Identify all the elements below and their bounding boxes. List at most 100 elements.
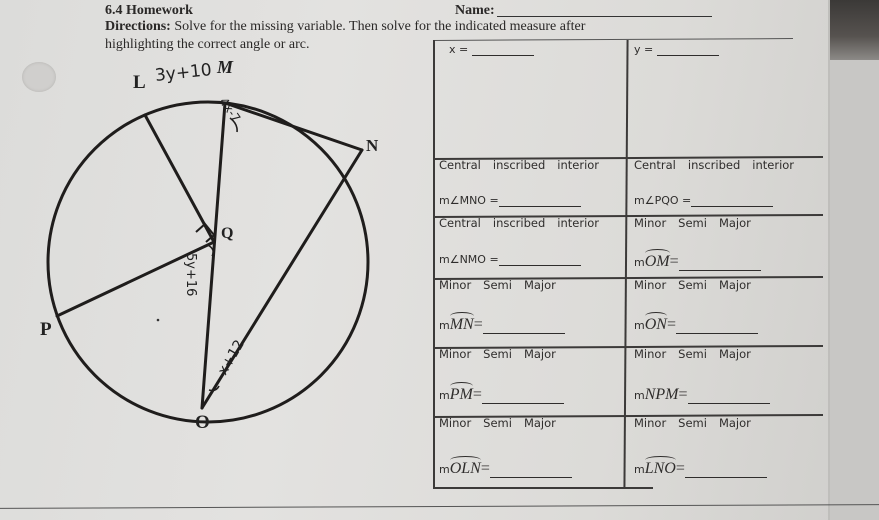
option-group: Minor Semi Major	[634, 347, 763, 361]
answer-blank[interactable]	[481, 392, 564, 404]
answer-blank[interactable]	[675, 322, 758, 334]
x-blank[interactable]	[471, 44, 534, 56]
option-inscribed[interactable]: inscribed	[493, 216, 545, 230]
measure-label: m∠PQO =	[634, 194, 692, 207]
measure-left-5[interactable]: mOLN =	[439, 456, 572, 478]
name-field[interactable]: Janayla Caraballo 10-2-24	[497, 16, 712, 17]
directions-text: Solve for the missing variable. Then sol…	[170, 19, 586, 34]
option-central[interactable]: Central	[439, 158, 481, 172]
measure-m: m	[439, 319, 450, 332]
option-major[interactable]: Major	[524, 416, 556, 430]
label-angle-Q: 5y+16	[183, 253, 198, 297]
point-label-P: P	[40, 319, 52, 340]
answer-blank[interactable]	[687, 392, 770, 404]
option-central[interactable]: Central	[634, 158, 676, 172]
option-interior[interactable]: interior	[557, 216, 599, 230]
measure-left-2[interactable]: m∠NMO =	[439, 253, 581, 266]
measure-right-4[interactable]: mNPM=	[634, 386, 770, 404]
measure-left-4[interactable]: mPM =	[439, 382, 564, 404]
measure-m: m	[634, 319, 645, 332]
equals-sign: =	[675, 460, 685, 477]
measure-right-3[interactable]: mON =	[634, 312, 758, 334]
point-label-N: N	[366, 136, 379, 155]
option-minor[interactable]: Minor	[634, 278, 666, 292]
x-answer[interactable]: x =	[449, 43, 534, 56]
table-border-left	[433, 40, 435, 488]
option-central[interactable]: Central	[439, 216, 481, 230]
option-interior[interactable]: interior	[557, 158, 599, 172]
measure-right-5[interactable]: mLNO =	[634, 456, 767, 478]
option-major[interactable]: Major	[719, 278, 751, 292]
measure-m: m	[634, 256, 645, 269]
option-major[interactable]: Major	[524, 347, 556, 361]
option-minor[interactable]: Minor	[439, 416, 471, 430]
measure-label: m∠MNO =	[439, 194, 499, 207]
option-major[interactable]: Major	[719, 216, 751, 230]
equals-sign: =	[678, 386, 688, 403]
measure-right-2[interactable]: mOM =	[634, 249, 761, 271]
answer-blank[interactable]	[684, 466, 767, 478]
option-group: Minor Semi Major	[439, 347, 568, 361]
arc-name: PM	[449, 382, 473, 404]
arc-name: NPM	[645, 386, 679, 404]
chord-MN	[223, 101, 364, 152]
option-group: Central inscribed interior	[439, 158, 611, 172]
answer-blank[interactable]	[482, 322, 565, 334]
arc-symbol-icon	[644, 312, 667, 320]
option-semi[interactable]: Semi	[483, 347, 512, 361]
y-answer[interactable]: y =	[634, 43, 719, 56]
option-semi[interactable]: Semi	[678, 347, 707, 361]
arc-symbol-icon	[449, 312, 474, 320]
option-semi[interactable]: Semi	[678, 216, 707, 230]
equals-sign: =	[669, 253, 679, 270]
option-semi[interactable]: Semi	[483, 416, 512, 430]
arc-label: NPM	[644, 386, 679, 403]
point-label-L: L	[133, 72, 146, 93]
measure-right-1[interactable]: m∠PQO =	[634, 194, 774, 207]
measure-m: m	[634, 463, 645, 476]
y-blank[interactable]	[656, 44, 719, 56]
answer-blank[interactable]	[498, 195, 581, 207]
option-group: Central inscribed interior	[439, 216, 611, 230]
option-group: Central inscribed interior	[634, 158, 806, 172]
option-minor[interactable]: Minor	[634, 216, 666, 230]
directions-line-1: Directions: Solve for the missing variab…	[105, 19, 585, 35]
measure-left-3[interactable]: mMN =	[439, 312, 565, 334]
arc-symbol-icon	[449, 456, 481, 464]
measure-m: m	[439, 463, 450, 476]
option-major[interactable]: Major	[719, 347, 751, 361]
chord-LQ	[143, 113, 216, 244]
option-minor[interactable]: Minor	[439, 278, 471, 292]
option-semi[interactable]: Semi	[483, 278, 512, 292]
equals-sign: =	[473, 316, 483, 333]
option-group: Minor Semi Major	[634, 278, 763, 292]
circle	[46, 100, 370, 424]
table-border-bottom	[433, 487, 653, 489]
option-major[interactable]: Major	[719, 416, 751, 430]
option-group: Minor Semi Major	[439, 416, 568, 430]
option-minor[interactable]: Minor	[634, 416, 666, 430]
point-label-Q: Q	[221, 225, 234, 242]
option-semi[interactable]: Semi	[678, 278, 707, 292]
equals-sign: =	[480, 460, 490, 477]
arc-name: LNO	[644, 456, 676, 478]
answer-blank[interactable]	[691, 195, 774, 207]
measure-left-1[interactable]: m∠MNO =	[439, 194, 581, 207]
option-group: Minor Semi Major	[634, 216, 763, 230]
option-inscribed[interactable]: inscribed	[493, 158, 545, 172]
answer-blank[interactable]	[498, 254, 581, 266]
equals-sign: =	[666, 316, 676, 333]
option-inscribed[interactable]: inscribed	[688, 158, 740, 172]
point-label-O: O	[195, 412, 210, 433]
answer-blank[interactable]	[678, 259, 761, 271]
arc-symbol-icon	[449, 382, 473, 390]
option-interior[interactable]: interior	[752, 158, 794, 172]
option-minor[interactable]: Minor	[439, 347, 471, 361]
option-minor[interactable]: Minor	[634, 347, 666, 361]
y-label: y =	[634, 43, 654, 56]
option-major[interactable]: Major	[524, 278, 556, 292]
option-semi[interactable]: Semi	[678, 416, 707, 430]
measure-label: m∠NMO =	[439, 253, 499, 266]
answer-blank[interactable]	[489, 466, 572, 478]
point-label-M: M	[217, 57, 234, 77]
